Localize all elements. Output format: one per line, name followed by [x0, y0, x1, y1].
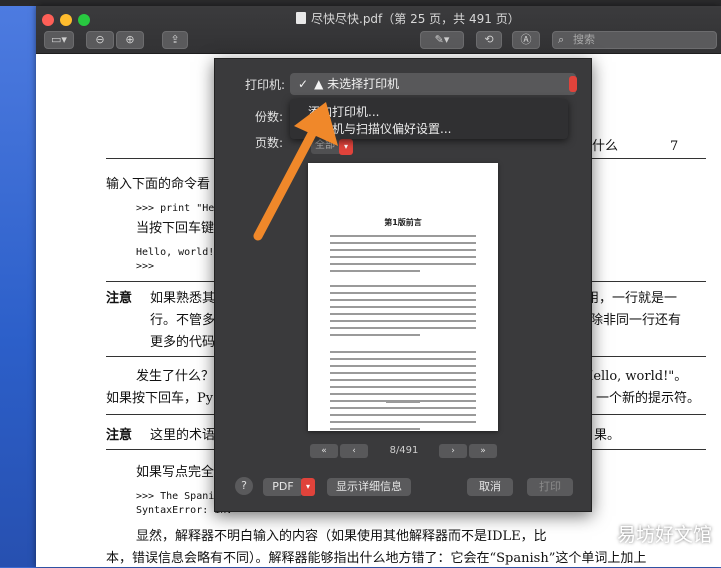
double-chevron-right-icon: » — [480, 446, 486, 456]
body-line: 输入下面的命令看 — [106, 177, 211, 192]
zoom-in-icon: ⊕ — [125, 33, 135, 46]
body-line: 发生了什么？ — [136, 369, 215, 384]
preview-text-line — [330, 256, 476, 258]
page-number: 7 — [670, 139, 679, 154]
note-text: 除非同一行还有 — [590, 313, 682, 328]
preview-text-line — [330, 242, 476, 244]
title-bar: 尽快尽快.pdf（第 25 页，共 491 页） ▭▾ ⊖ ⊕ ⇪ ✎▾ ⟲ Ⓐ… — [36, 6, 721, 54]
sidebar-icon: ▭▾ — [51, 33, 67, 46]
cancel-button[interactable]: 取消 — [467, 478, 513, 496]
preview-text-line — [330, 393, 476, 395]
preview-footer-line — [386, 401, 420, 403]
arrow-head — [294, 102, 338, 146]
preview-text-line — [330, 407, 476, 409]
printer-label: 打印机: — [245, 78, 286, 92]
preview-text-line — [330, 313, 476, 315]
minimize-window-button[interactable] — [60, 14, 72, 26]
double-chevron-left-icon: « — [321, 446, 327, 456]
pdf-menu-button[interactable]: PDF — [263, 478, 303, 496]
next-page-button[interactable]: › — [439, 444, 467, 458]
preview-text-line — [330, 263, 476, 265]
zoom-window-button[interactable] — [78, 14, 90, 26]
preview-text-line — [330, 334, 420, 336]
help-button[interactable]: ? — [235, 477, 253, 495]
note-text: 如果熟悉其 — [150, 291, 216, 306]
body-line: 当按下回车键 — [136, 221, 215, 236]
preview-text-line — [330, 386, 476, 388]
zoom-out-icon: ⊖ — [95, 33, 105, 46]
note-label: 注意 — [106, 428, 133, 443]
zoom-out-button[interactable]: ⊖ — [86, 31, 114, 49]
preview-text-line — [330, 351, 476, 353]
rotate-button[interactable]: ⟲ — [476, 31, 502, 49]
close-window-button[interactable] — [42, 14, 54, 26]
preview-text-line — [330, 327, 476, 329]
annotate-icon: Ⓐ — [520, 33, 532, 46]
question-icon: ? — [241, 479, 247, 492]
body-line: 显然，解释器不明白输入的内容（如果使用其他解释器而不是IDLE，比 — [136, 529, 547, 544]
print-button[interactable]: 打印 — [527, 478, 573, 496]
preview-text-line — [330, 320, 476, 322]
preview-text-line — [330, 270, 420, 272]
note-text: 用，一行就是一 — [586, 291, 678, 306]
note-text: 行。不管多 — [150, 313, 216, 328]
preview-text-line — [330, 285, 476, 287]
pdf-menu-arrow[interactable]: ▾ — [301, 478, 315, 496]
search-placeholder: 搜索 — [573, 33, 595, 46]
preview-text-line — [330, 235, 476, 237]
printer-select[interactable]: ✓ ▲ 未选择打印机 — [290, 73, 577, 95]
preview-text-line — [330, 299, 476, 301]
preview-text-line — [330, 372, 476, 374]
document-icon — [296, 12, 306, 24]
desktop-background — [0, 6, 36, 567]
note-text: 这里的术语 — [150, 428, 216, 443]
previous-page-button[interactable]: ‹ — [340, 444, 368, 458]
first-page-button[interactable]: « — [310, 444, 338, 458]
note-text: 更多的代码 — [150, 335, 216, 350]
chevron-updown-icon — [569, 76, 577, 92]
zoom-in-button[interactable]: ⊕ — [116, 31, 144, 49]
body-line: 如果写点完全 — [136, 465, 215, 480]
chevron-down-icon: ▾ — [305, 482, 310, 491]
note-label: 注意 — [106, 291, 133, 306]
watermark: 易坊好文馆 — [616, 524, 712, 546]
preview-text-line — [330, 428, 420, 430]
body-line: "Hello, world!"。 — [576, 369, 688, 384]
search-icon: ⌕ — [558, 33, 565, 46]
preview-text-line — [330, 414, 476, 416]
preview-text-line — [330, 292, 476, 294]
body-line: 本，错误信息会略有不同）。解释器能够指出什么地方错了：它会在“Spanish”这… — [106, 551, 647, 566]
preview-text-line — [330, 249, 476, 251]
share-button[interactable]: ⇪ — [162, 31, 188, 49]
warning-icon: ▲ — [314, 77, 328, 91]
annotate-button[interactable]: Ⓐ — [512, 31, 540, 49]
code-line: >>> — [136, 261, 155, 272]
search-field[interactable]: ⌕ 搜索 — [552, 31, 717, 49]
rotate-icon: ⟲ — [484, 33, 494, 46]
preview-text-line — [330, 379, 476, 381]
share-icon: ⇪ — [170, 33, 180, 46]
show-details-button[interactable]: 显示详细信息 — [327, 478, 411, 496]
arrow-shaft — [253, 125, 319, 241]
chevron-left-icon: ‹ — [352, 446, 356, 456]
checkmark-icon: ✓ — [298, 77, 309, 91]
last-page-button[interactable]: » — [469, 444, 497, 458]
markup-button[interactable]: ✎▾ — [420, 31, 464, 49]
page-indicator: 8/491 — [389, 445, 419, 456]
body-line: 一个新的提示符。 — [596, 391, 701, 406]
chevron-right-icon: › — [451, 446, 455, 456]
preview-text-line — [330, 365, 476, 367]
sidebar-toggle-button[interactable]: ▭▾ — [44, 31, 74, 49]
preview-text-line — [330, 421, 476, 423]
printer-select-value: 未选择打印机 — [327, 77, 400, 91]
pen-icon: ✎▾ — [434, 33, 450, 46]
preview-text-line — [330, 358, 476, 360]
body-line: 如果按下回车，Py — [106, 391, 214, 406]
orange-arrow-annotation — [253, 102, 338, 241]
preview-text-line — [330, 306, 476, 308]
window-title-text: 尽快尽快.pdf（第 25 页，共 491 页） — [311, 12, 520, 26]
note-text: 果。 — [594, 428, 621, 443]
window-title: 尽快尽快.pdf（第 25 页，共 491 页） — [296, 10, 520, 28]
